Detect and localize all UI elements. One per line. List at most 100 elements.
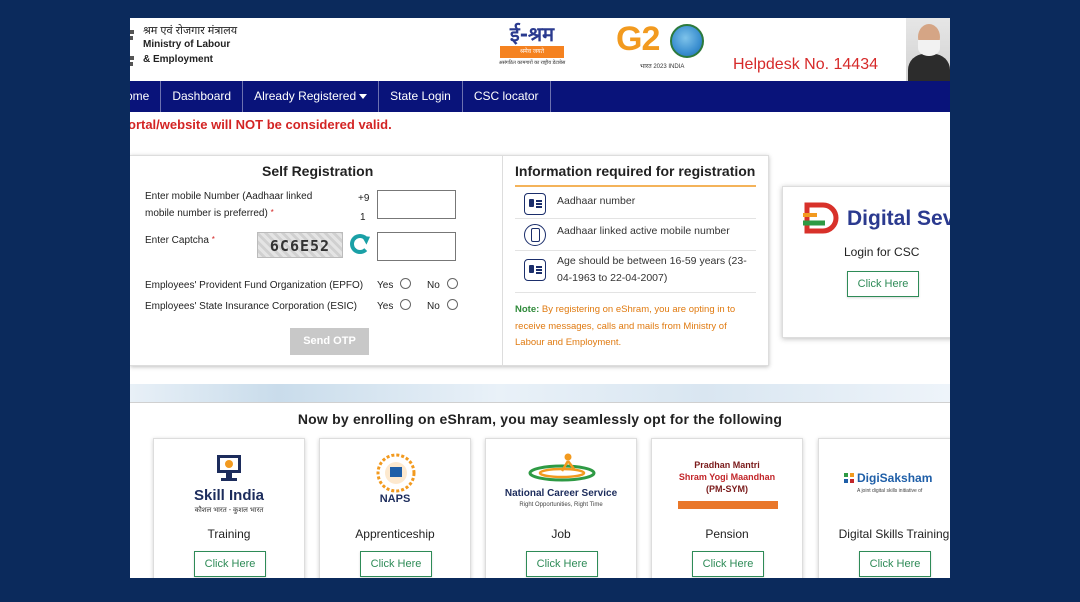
scheme-card-pension: Pradhan Mantri Shram Yogi Maandhan (PM-S… [651,438,803,578]
epfo-yes-radio[interactable] [400,278,411,289]
pmsym-logo-line2: Shram Yogi Maandhan [678,472,776,482]
esic-no-label: No [427,301,440,312]
mobile-phone-icon [524,224,546,246]
info-required-title: Information required for registration [515,163,756,179]
g20-logo-text: G2 [616,20,660,58]
digital-seva-logo-text: Digital Sev [847,207,950,230]
nav-item-already-registered-label: Already Registered [254,89,357,103]
g20-logo-subtext: भारत 2023 INDIA [640,64,685,70]
scheme-label: Job [551,527,571,541]
info-item-text: Aadhaar number [557,195,636,207]
eshram-logo-badge: श्रमेव जयते [500,46,564,58]
captcha-image: 6C6E52 [257,232,343,258]
mobile-number-input[interactable] [377,190,456,219]
captcha-input[interactable] [377,232,456,261]
g20-logo: G2 भारत 2023 INDIA [616,20,714,72]
info-title-underline [515,185,756,187]
caret-down-icon [359,94,368,100]
scheme-card-digital-skills: DigiSaksham A joint digital skills initi… [818,438,950,578]
banner-strip [130,384,950,402]
main-nav: ome Dashboard Already Registered State L… [130,81,950,112]
nav-item-home[interactable]: ome [130,81,162,112]
digisaksham-logo-subtext: A joint digital skills initiative of [857,488,923,494]
registration-panel: Self Registration Enter mobile Number (A… [130,155,769,367]
epfo-no-label: No [427,280,440,291]
warning-marquee: ortal/website will NOT be considered val… [130,117,392,132]
required-marker: * [211,235,215,244]
note-text: By registering on eShram, you are opting… [515,304,736,348]
info-item-text: Aadhaar linked active mobile number [557,225,730,237]
refresh-captcha-icon[interactable] [350,234,370,254]
captcha-label-text: Enter Captcha [145,235,209,246]
info-item-mobile: Aadhaar linked active mobile number [515,219,756,251]
national-emblem-icon [130,30,134,66]
esic-no-radio[interactable] [447,299,458,310]
epfo-yes-label: Yes [377,280,394,291]
info-item-aadhaar: Aadhaar number [515,189,756,219]
country-code-line2: 1 [360,212,366,223]
csc-click-here-button[interactable]: Click Here [847,271,919,297]
csc-login-label: Login for CSC [844,245,920,259]
nav-item-state-login[interactable]: State Login [379,81,463,112]
pmsym-logo-line3: (PM-SYM) [706,484,748,494]
scheme-label: Pension [705,527,749,541]
naps-logo-text: NAPS [379,493,411,505]
scheme-label: Training [207,527,251,541]
captcha-label: Enter Captcha * [145,235,215,246]
ncs-logo-subtext: Right Opportunities, Right Time [519,502,603,508]
digisaksham-mark-icon [844,473,854,483]
nav-item-already-registered[interactable]: Already Registered [243,81,380,112]
scheme-card-training: Skill India कौशल भारत - कुशल भारत Traini… [153,438,305,578]
digital-skills-click-here-button[interactable]: Click Here [859,551,931,577]
required-marker: * [270,208,274,217]
banner-strip-border [130,402,950,403]
nav-item-dashboard[interactable]: Dashboard [161,81,244,112]
epfo-label: Employees' Provident Fund Organization (… [145,280,364,291]
self-registration-title: Self Registration [262,163,374,179]
scheme-label: Digital Skills Training [838,527,950,541]
id-card-icon [524,259,546,281]
portrait-beard [918,40,940,56]
skill-india-logo-text: Skill India [193,487,265,504]
send-otp-button[interactable]: Send OTP [290,328,369,355]
pmsym-logo-line1: Pradhan Mantri [694,460,760,470]
globe-icon [670,24,704,58]
training-click-here-button[interactable]: Click Here [194,551,266,577]
id-card-icon [524,193,546,215]
scheme-card-apprenticeship: NAPS Apprenticeship Click Here [319,438,471,578]
mobile-number-label-line1: Enter mobile Number (Aadhaar linked [145,191,313,202]
digisaksham-logo-text: DigiSaksham [857,471,933,485]
info-item-text: Age should be between 16-59 years (23-04… [557,255,747,284]
pension-click-here-button[interactable]: Click Here [692,551,764,577]
mobile-number-label-line2: mobile number is preferred) * [145,208,274,219]
esic-yes-radio[interactable] [400,299,411,310]
portrait-body [908,54,950,81]
job-click-here-button[interactable]: Click Here [526,551,598,577]
mobile-number-label-line2-text: mobile number is preferred) [145,208,268,219]
ministry-name-hindi: श्रम एवं रोजगार मंत्रालय [143,25,238,37]
digital-seva-logo-icon [803,202,839,234]
nav-item-csc-locator[interactable]: CSC locator [463,81,551,112]
panel-divider [502,156,503,367]
eshram-logo[interactable]: ई-श्रम श्रमेव जयते असंगठित कामगारों का र… [498,20,566,72]
pmsym-logo-banner [678,501,778,509]
ncs-logo-text: National Career Service [504,488,618,499]
browser-viewport: श्रम एवं रोजगार मंत्रालय Ministry of Lab… [130,18,950,578]
country-code-line1: +9 [358,193,370,204]
ministry-name-line2: & Employment [143,54,214,65]
naps-emblem-icon [376,453,416,493]
helpdesk-number: Helpdesk No. 14434 [733,56,878,73]
scheme-label: Apprenticeship [355,527,435,541]
info-item-age: Age should be between 16-59 years (23-04… [515,251,756,293]
apprenticeship-click-here-button[interactable]: Click Here [360,551,432,577]
skill-india-computer-icon [217,455,241,481]
skill-india-logo-subtext: कौशल भारत - कुशल भारत [194,507,264,514]
esic-yes-label: Yes [377,301,394,312]
ncs-logo-icon [528,453,596,482]
epfo-no-radio[interactable] [447,278,458,289]
esic-label: Employees' State Insurance Corporation (… [145,301,358,312]
eshram-logo-tagline: असंगठित कामगारों का राष्ट्रीय डेटाबेस [498,60,566,66]
site-header: श्रम एवं रोजगार मंत्रालय Ministry of Lab… [130,18,950,81]
country-code: +9 1 [358,189,369,227]
scheme-card-job: National Career Service Right Opportunit… [485,438,637,578]
